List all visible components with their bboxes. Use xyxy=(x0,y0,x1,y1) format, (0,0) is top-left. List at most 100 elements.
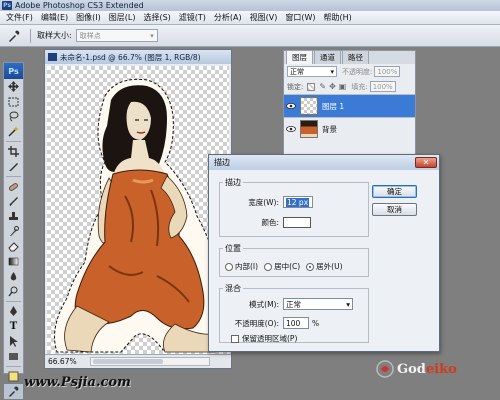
menu-analysis[interactable]: 分析(A) xyxy=(210,12,246,23)
gradient-tool-icon[interactable] xyxy=(4,254,23,269)
toolbox-divider xyxy=(6,141,21,142)
eye-icon[interactable] xyxy=(284,126,298,132)
sample-size-value: 取样点 xyxy=(79,31,101,40)
brand-logo-icon xyxy=(376,360,394,378)
menu-filter[interactable]: 滤镜(T) xyxy=(175,12,210,23)
tab-paths[interactable]: 路径 xyxy=(342,50,369,64)
position-center-radio[interactable] xyxy=(264,262,273,271)
document-titlebar[interactable]: 未命名-1.psd @ 66.7% (图层 1, RGB/8) xyxy=(45,50,231,64)
layer-name[interactable]: 图层 1 xyxy=(322,101,344,112)
toolbox: Ps T xyxy=(3,62,24,399)
menu-file[interactable]: 文件(F) xyxy=(2,12,37,23)
eraser-tool-icon[interactable] xyxy=(4,239,23,254)
lock-pixels-icon[interactable]: ✎ xyxy=(319,82,326,91)
brush-tool-icon[interactable] xyxy=(4,194,23,209)
blend-mode-select[interactable]: 正常 ▾ xyxy=(287,66,337,77)
toolbox-divider xyxy=(6,301,21,302)
shape-tool-icon[interactable] xyxy=(4,349,23,364)
color-swatch[interactable] xyxy=(283,217,311,228)
scrollbar-thumb[interactable] xyxy=(93,359,163,364)
options-divider xyxy=(30,28,31,43)
position-group-label: 位置 xyxy=(225,244,241,253)
dialog-titlebar[interactable]: 描边 ✕ xyxy=(209,155,439,170)
opacity-row: 不透明度(O): 100 % xyxy=(231,317,319,329)
mode-select[interactable]: 正常 ▾ xyxy=(283,298,353,310)
healing-brush-tool-icon[interactable] xyxy=(4,179,23,194)
cancel-button[interactable]: 取消 xyxy=(372,203,417,216)
slice-tool-icon[interactable] xyxy=(4,159,23,174)
lasso-tool-icon[interactable] xyxy=(4,109,23,124)
stroke-group-label: 描边 xyxy=(225,178,241,187)
preserve-transparency-checkbox[interactable] xyxy=(231,334,239,343)
menu-window[interactable]: 窗口(W) xyxy=(281,12,319,23)
options-bar: 取样大小: 取样点 ▾ xyxy=(0,25,500,47)
eyedropper-preset-icon[interactable] xyxy=(4,28,24,44)
ok-button[interactable]: 确定 xyxy=(372,185,417,198)
layer-row-layer1[interactable]: 图层 1 xyxy=(284,94,415,117)
width-row: 宽度(W): 12 px xyxy=(241,196,313,208)
layer-row-background[interactable]: 背景 xyxy=(284,117,415,140)
tab-channels[interactable]: 通道 xyxy=(314,50,341,64)
eye-icon[interactable] xyxy=(284,103,298,109)
document-canvas[interactable] xyxy=(47,66,229,354)
opacity-field[interactable]: 100 xyxy=(283,317,309,329)
menu-layer[interactable]: 图层(L) xyxy=(105,12,140,23)
layer-thumbnail xyxy=(300,97,318,115)
menu-view[interactable]: 视图(V) xyxy=(246,12,282,23)
menu-image[interactable]: 图像(I) xyxy=(72,12,105,23)
width-field[interactable]: 12 px xyxy=(283,196,313,208)
width-label: 宽度(W): xyxy=(248,197,279,207)
layer-artwork-image xyxy=(54,78,226,353)
toolbox-divider xyxy=(6,176,21,177)
ps-document-icon xyxy=(48,53,57,61)
menu-edit[interactable]: 编辑(E) xyxy=(37,12,72,23)
layer-opacity-label: 不透明度: xyxy=(342,67,373,76)
dodge-tool-icon[interactable] xyxy=(4,284,23,299)
position-options: 内部(I) 居中(C) 居外(U) xyxy=(225,261,343,272)
crop-tool-icon[interactable] xyxy=(4,144,23,159)
chevron-down-icon: ▾ xyxy=(150,31,154,40)
toolbox-divider xyxy=(6,366,21,367)
watermark-brand: Godeiko xyxy=(376,360,457,378)
pen-tool-icon[interactable] xyxy=(4,304,23,319)
preserve-transparency-label[interactable]: 保留透明区域(P) xyxy=(242,333,297,344)
notes-tool-icon[interactable] xyxy=(4,369,23,384)
layer-name[interactable]: 背景 xyxy=(322,124,337,135)
clone-stamp-tool-icon[interactable] xyxy=(4,209,23,224)
sample-size-select[interactable]: 取样点 ▾ xyxy=(75,29,158,42)
color-label: 颜色: xyxy=(261,218,279,227)
eyedropper-tool-icon[interactable] xyxy=(4,384,23,399)
app-titlebar: Ps Adobe Photoshop CS3 Extended xyxy=(0,0,500,11)
close-icon[interactable]: ✕ xyxy=(415,157,437,168)
menu-help[interactable]: 帮助(H) xyxy=(320,12,356,23)
position-outside-label[interactable]: 居外(U) xyxy=(316,261,342,272)
horizontal-scrollbar[interactable] xyxy=(90,357,210,366)
move-tool-icon[interactable] xyxy=(4,79,23,94)
tab-layers[interactable]: 图层 xyxy=(286,50,313,64)
position-center-label[interactable]: 居中(C) xyxy=(274,261,300,272)
position-inside-radio[interactable] xyxy=(225,262,233,271)
path-selection-tool-icon[interactable] xyxy=(4,334,23,349)
fill-field[interactable]: 100% xyxy=(369,81,396,92)
watermark-brand-text: Godeiko xyxy=(397,362,457,377)
chevron-down-icon: ▾ xyxy=(346,299,350,309)
width-value: 12 px xyxy=(286,197,310,207)
lock-position-icon[interactable]: ✥ xyxy=(329,82,336,91)
menu-select[interactable]: 选择(S) xyxy=(139,12,174,23)
zoom-readout[interactable]: 66.67% xyxy=(48,357,86,366)
lock-transparency-icon[interactable] xyxy=(307,82,316,91)
type-tool-icon[interactable]: T xyxy=(4,319,23,334)
dialog-title: 描边 xyxy=(214,158,230,167)
sample-size-label: 取样大小: xyxy=(37,31,72,40)
layer-opacity-field[interactable]: 100% xyxy=(374,66,401,77)
magic-wand-tool-icon[interactable] xyxy=(4,124,23,139)
layer-lock-row: 锁定: ✎ ✥ ▣ 填充: 100% xyxy=(284,79,415,94)
position-inside-label[interactable]: 内部(I) xyxy=(235,261,258,272)
marquee-tool-icon[interactable] xyxy=(4,94,23,109)
history-brush-tool-icon[interactable] xyxy=(4,224,23,239)
lock-all-icon[interactable]: ▣ xyxy=(339,82,347,91)
mode-row: 模式(M): 正常 ▾ xyxy=(231,298,353,310)
layer-thumbnail xyxy=(300,120,318,138)
position-outside-radio[interactable] xyxy=(306,262,315,271)
blur-tool-icon[interactable] xyxy=(4,269,23,284)
